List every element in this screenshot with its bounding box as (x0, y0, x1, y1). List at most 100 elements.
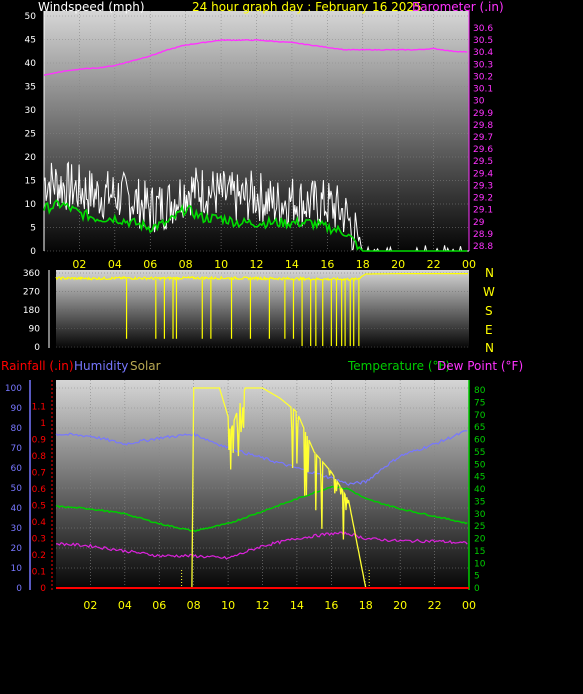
direction-tick-label: 270 (23, 288, 40, 298)
x-tick-label: 06 (143, 258, 157, 271)
humidity-tick-label: 40 (11, 504, 23, 514)
temp-tick-label: 5 (474, 572, 480, 582)
humidity-tick-label: 80 (11, 424, 23, 434)
compass-e: E (485, 323, 493, 337)
rain-tick-label: 0.7 (32, 469, 46, 479)
temp-tick-label: 60 (474, 436, 486, 446)
y-left-tick-label: 35 (25, 83, 36, 93)
y-left-tick-label: 5 (30, 224, 36, 234)
y-right-tick-label: 29.7 (473, 133, 493, 143)
humidity-tick-label: 60 (11, 464, 23, 474)
temp-tick-label: 75 (474, 398, 485, 408)
y-left-tick-label: 15 (25, 177, 36, 187)
x-tick-label: 18 (356, 258, 370, 271)
x-tick-label: 04 (108, 258, 122, 271)
x-tick-label: 06 (152, 599, 166, 612)
humidity-tick-label: 10 (11, 564, 23, 574)
rain-tick-label: 0.3 (32, 535, 46, 545)
compass-w: W (483, 285, 495, 299)
dewpoint-label: Dew Point (°F) (437, 359, 523, 373)
x-tick-label: 20 (393, 599, 407, 612)
y-left-tick-label: 0 (30, 247, 36, 257)
rain-tick-label: 0.4 (32, 518, 47, 528)
temp-tick-label: 70 (474, 411, 486, 421)
x-tick-label: 12 (256, 599, 270, 612)
direction-tick-label: 180 (23, 306, 40, 316)
y-left-tick-label: 45 (25, 36, 36, 46)
rain-tick-label: 0.9 (32, 436, 47, 446)
rain-tick-label: 0.1 (32, 568, 46, 578)
x-tick-label: 08 (187, 599, 201, 612)
x-tick-label: 22 (428, 599, 442, 612)
wind-direction-plot-area (56, 270, 469, 348)
rain-tick-label: 0.2 (32, 551, 46, 561)
temp-tick-label: 30 (474, 510, 486, 520)
y-right-tick-label: 30.4 (473, 48, 493, 58)
x-tick-label: 14 (285, 258, 299, 271)
direction-tick-label: 90 (29, 325, 41, 335)
x-tick-label: 04 (118, 599, 132, 612)
rain-tick-label: 0.6 (32, 485, 47, 495)
rainfall-label: Rainfall (.in) (1, 359, 74, 373)
compass-n-top: N (485, 266, 494, 280)
temp-tick-label: 15 (474, 547, 485, 557)
y-left-tick-label: 30 (25, 106, 37, 116)
rain-tick-label: 0.8 (32, 452, 47, 462)
temp-tick-label: 55 (474, 448, 485, 458)
temp-tick-label: 25 (474, 522, 485, 532)
temp-tick-label: 35 (474, 497, 485, 507)
temp-tick-label: 10 (474, 559, 486, 569)
y-right-tick-label: 29.2 (473, 194, 493, 204)
temperature-label: Temperature (°F) (347, 359, 450, 373)
humidity-label: Humidity (74, 359, 128, 373)
barometer-label: Barometer (.in) (412, 0, 504, 14)
y-right-tick-label: 30.1 (473, 85, 493, 95)
x-tick-label: 02 (83, 599, 97, 612)
wind-direction-ticks: 0 90 180 270 360 (23, 269, 40, 353)
compass-n-bottom: N (485, 341, 494, 355)
humidity-tick-label: 90 (11, 404, 23, 414)
y-right-tick-label: 30.3 (473, 60, 493, 70)
y-right-tick-label: 29.8 (473, 121, 493, 131)
temp-tick-label: 50 (474, 460, 486, 470)
y-right-tick-label: 28.8 (473, 242, 493, 252)
direction-tick-label: 0 (34, 343, 40, 353)
y-left-tick-label: 20 (25, 153, 37, 163)
x-tick-label: 14 (290, 599, 304, 612)
y-right-tick-label: 29.4 (473, 169, 493, 179)
direction-tick-label: 360 (23, 269, 40, 279)
x-tick-label: 00 (462, 599, 476, 612)
y-left-tick-label: 25 (25, 130, 36, 140)
rain-tick-label: 0 (40, 584, 46, 594)
x-tick-label: 12 (250, 258, 264, 271)
y-right-tick-label: 29.1 (473, 206, 493, 216)
humidity-tick-label: 20 (11, 544, 23, 554)
x-tick-label: 16 (324, 599, 338, 612)
y-right-tick-label: 29.6 (473, 145, 493, 155)
x-tick-label: 10 (214, 258, 228, 271)
y-right-tick-label: 30.5 (473, 36, 493, 46)
humidity-tick-label: 100 (5, 384, 22, 394)
y-right-tick-label: 30 (473, 97, 485, 107)
temp-tick-label: 20 (474, 535, 486, 545)
temp-tick-label: 0 (474, 584, 480, 594)
compass-s: S (485, 304, 493, 318)
y-right-tick-label: 29 (473, 218, 485, 228)
solar-label: Solar (130, 359, 161, 373)
rain-tick-label: 1.1 (32, 403, 46, 413)
rain-tick-label: 1 (40, 419, 46, 429)
humidity-tick-label: 30 (11, 524, 23, 534)
weather-graph: 02 04 06 08 10 12 14 16 18 20 22 000510152025303540… (1, 0, 523, 612)
y-right-tick-label: 29.5 (473, 157, 493, 167)
chart-title: 24 hour graph day : February 16 2025 (192, 0, 422, 14)
y-left-tick-label: 10 (25, 200, 37, 210)
x-tick-label: 10 (221, 599, 235, 612)
humidity-tick-label: 70 (11, 444, 23, 454)
y-right-tick-label: 28.9 (473, 230, 493, 240)
temp-tick-label: 40 (474, 485, 486, 495)
temp-tick-label: 80 (474, 386, 486, 396)
x-tick-label: 22 (427, 258, 441, 271)
y-right-tick-label: 30.6 (473, 24, 493, 34)
x-tick-label: 02 (72, 258, 86, 271)
temp-tick-label: 65 (474, 423, 485, 433)
